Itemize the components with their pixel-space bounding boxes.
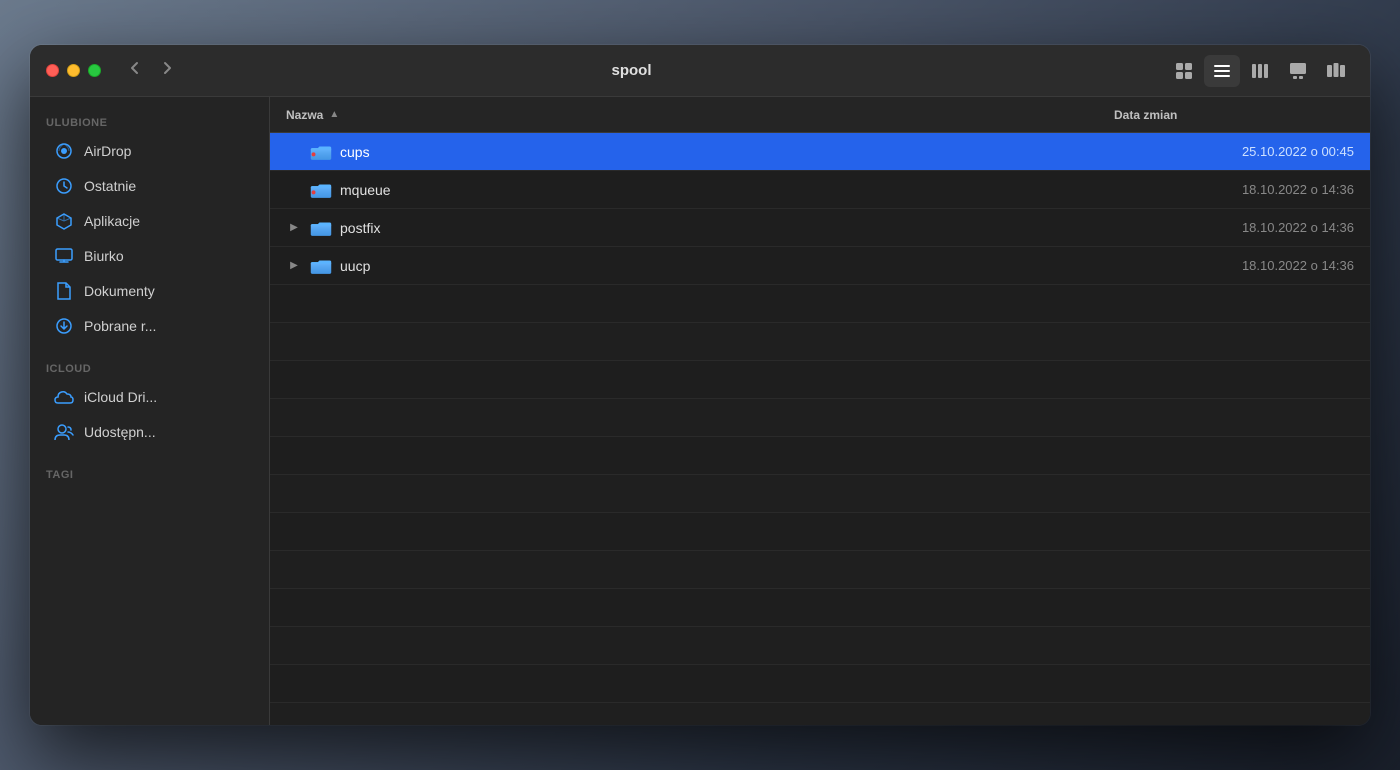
- sidebar-item-udostepnione[interactable]: Udostępn...: [38, 415, 261, 449]
- empty-row: [270, 703, 1370, 725]
- empty-row: [270, 285, 1370, 323]
- empty-row: [270, 627, 1370, 665]
- main-content: Ulubione AirDrop: [30, 97, 1370, 725]
- traffic-lights: [46, 64, 101, 77]
- column-view-button[interactable]: [1242, 55, 1278, 87]
- sidebar-label-aplikacje: Aplikacje: [84, 213, 140, 229]
- minimize-button[interactable]: [67, 64, 80, 77]
- col-name-header[interactable]: Nazwa ▲: [286, 108, 1114, 122]
- apps-icon: [54, 211, 74, 231]
- expand-arrow: [286, 144, 302, 160]
- empty-row: [270, 323, 1370, 361]
- sidebar-section-tagi: Tagi: [30, 461, 269, 485]
- sidebar-item-icloud-drive[interactable]: iCloud Dri...: [38, 380, 261, 414]
- finder-window: spool: [30, 45, 1370, 725]
- titlebar: spool: [30, 45, 1370, 97]
- file-list: cups 25.10.2022 o 00:45: [270, 133, 1370, 725]
- close-button[interactable]: [46, 64, 59, 77]
- document-icon: [54, 281, 74, 301]
- sidebar-label-ostatnie: Ostatnie: [84, 178, 136, 194]
- sidebar-label-biurko: Biurko: [84, 248, 124, 264]
- expand-arrow-uucp: ▶: [286, 258, 302, 274]
- table-row[interactable]: mqueue 18.10.2022 o 14:36: [270, 171, 1370, 209]
- sidebar-label-icloud-drive: iCloud Dri...: [84, 389, 157, 405]
- file-date-cups: 25.10.2022 o 00:45: [1114, 144, 1354, 159]
- sidebar-item-biurko[interactable]: Biurko: [38, 239, 261, 273]
- view-buttons: [1166, 55, 1354, 87]
- sidebar-item-dokumenty[interactable]: Dokumenty: [38, 274, 261, 308]
- file-date-mqueue: 18.10.2022 o 14:36: [1114, 182, 1354, 197]
- icon-view-button[interactable]: [1166, 55, 1202, 87]
- shared-icon: [54, 422, 74, 442]
- window-title: spool: [97, 62, 1166, 79]
- col-date-label: Data zmian: [1114, 108, 1177, 122]
- file-row-name-mqueue: mqueue: [286, 181, 1114, 199]
- empty-row: [270, 513, 1370, 551]
- file-row-name-uucp: ▶ uucp: [286, 257, 1114, 275]
- file-pane: Nazwa ▲ Data zmian: [270, 97, 1370, 725]
- sidebar-item-aplikacje[interactable]: Aplikacje: [38, 204, 261, 238]
- col-name-label: Nazwa: [286, 108, 323, 122]
- sidebar-item-pobrane[interactable]: Pobrane r...: [38, 309, 261, 343]
- expand-arrow-postfix: ▶: [286, 220, 302, 236]
- file-row-name-cups: cups: [286, 143, 1114, 161]
- sidebar-item-airdrop[interactable]: AirDrop: [38, 134, 261, 168]
- folder-icon-postfix: [310, 219, 332, 237]
- empty-row: [270, 589, 1370, 627]
- list-view-button[interactable]: [1204, 55, 1240, 87]
- file-name-cups: cups: [340, 144, 370, 160]
- empty-row: [270, 475, 1370, 513]
- table-row[interactable]: cups 25.10.2022 o 00:45: [270, 133, 1370, 171]
- folder-icon-uucp: [310, 257, 332, 275]
- empty-row: [270, 399, 1370, 437]
- folder-icon-cups: [310, 143, 332, 161]
- airdrop-icon: [54, 141, 74, 161]
- sidebar-label-udostepnione: Udostępn...: [84, 424, 156, 440]
- desktop-icon: [54, 246, 74, 266]
- clock-icon: [54, 176, 74, 196]
- file-date-uucp: 18.10.2022 o 14:36: [1114, 258, 1354, 273]
- expand-arrow: [286, 182, 302, 198]
- empty-row: [270, 551, 1370, 589]
- gallery-view-button[interactable]: [1280, 55, 1316, 87]
- empty-row: [270, 665, 1370, 703]
- sidebar-label-airdrop: AirDrop: [84, 143, 131, 159]
- file-row-name-postfix: ▶ postfix: [286, 219, 1114, 237]
- sidebar-section-ulubione: Ulubione: [30, 109, 269, 133]
- file-name-uucp: uucp: [340, 258, 370, 274]
- coverflow-view-button[interactable]: [1318, 55, 1354, 87]
- file-name-mqueue: mqueue: [340, 182, 391, 198]
- column-header: Nazwa ▲ Data zmian: [270, 97, 1370, 133]
- table-row[interactable]: ▶ postfix: [270, 209, 1370, 247]
- file-date-postfix: 18.10.2022 o 14:36: [1114, 220, 1354, 235]
- sidebar-label-dokumenty: Dokumenty: [84, 283, 155, 299]
- sort-arrow-icon: ▲: [329, 109, 339, 120]
- empty-row: [270, 361, 1370, 399]
- file-name-postfix: postfix: [340, 220, 380, 236]
- download-icon: [54, 316, 74, 336]
- folder-icon-mqueue: [310, 181, 332, 199]
- sidebar-label-pobrane: Pobrane r...: [84, 318, 156, 334]
- empty-row: [270, 437, 1370, 475]
- icloud-icon: [54, 387, 74, 407]
- table-row[interactable]: ▶ uucp: [270, 247, 1370, 285]
- sidebar-item-ostatnie[interactable]: Ostatnie: [38, 169, 261, 203]
- sidebar-section-icloud: iCloud: [30, 355, 269, 379]
- sidebar: Ulubione AirDrop: [30, 97, 270, 725]
- col-date-header[interactable]: Data zmian: [1114, 108, 1354, 122]
